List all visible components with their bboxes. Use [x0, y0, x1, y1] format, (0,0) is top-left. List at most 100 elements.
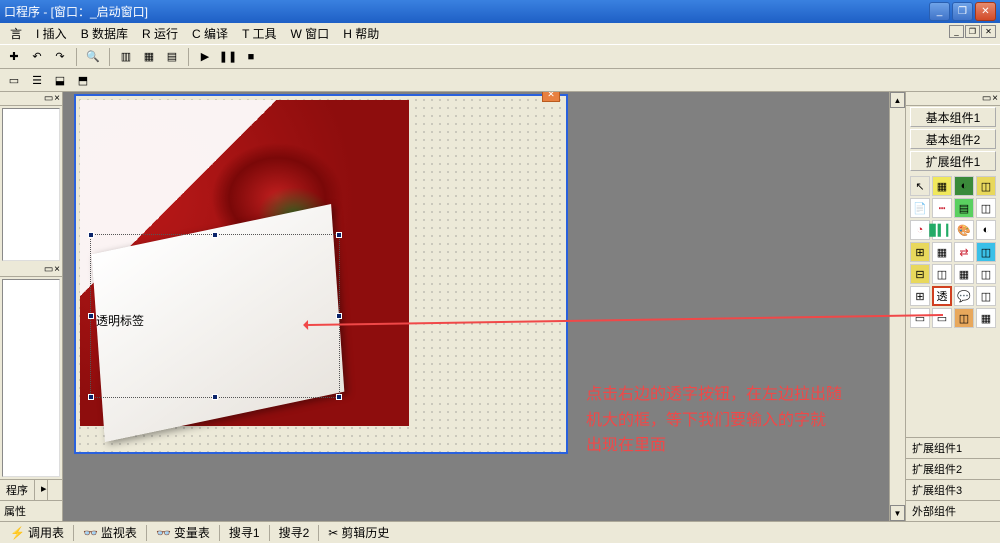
- left-panel-header: ▭ ×: [0, 92, 62, 106]
- tb-stop-icon[interactable]: ■: [241, 47, 261, 67]
- tool-icon[interactable]: ◫: [976, 242, 996, 262]
- bottom-tab-search1[interactable]: 搜寻1: [221, 522, 268, 543]
- tb-layout2-icon[interactable]: ▦: [139, 47, 159, 67]
- tb-redo-icon[interactable]: ↷: [50, 47, 70, 67]
- tab-ext2[interactable]: 扩展组件2: [906, 458, 1000, 479]
- design-form[interactable]: ✕ 透明标签: [74, 94, 568, 454]
- scroll-down-icon[interactable]: ▼: [890, 505, 905, 521]
- toolbox-grid: ↖ ▦ ◐ ◫ 📄 ┅ ▤ ◫ ◔ ▊▍▎ 🎨 ◐ ⊞ ▦ ⇄ ◫ ⊟ ◫ ▦ …: [906, 172, 1000, 332]
- tool-icon[interactable]: ▭: [910, 308, 930, 328]
- menubar: 言 I 插入 B 数据库 R 运行 C 编译 T 工具 W 窗口 H 帮助 _ …: [0, 23, 1000, 44]
- tb-align2-icon[interactable]: ☰: [27, 70, 47, 90]
- tool-icon[interactable]: ◫: [976, 286, 996, 306]
- menu-help[interactable]: H 帮助: [337, 23, 385, 44]
- resize-handle[interactable]: [212, 232, 218, 238]
- tb-align4-icon[interactable]: ⬒: [73, 70, 93, 90]
- maximize-button[interactable]: ❐: [952, 2, 973, 21]
- close-button[interactable]: ✕: [975, 2, 996, 21]
- left-list-bottom[interactable]: [2, 279, 60, 477]
- tb-undo-icon[interactable]: ↶: [27, 47, 47, 67]
- tb-pause-icon[interactable]: ❚❚: [218, 47, 238, 67]
- scroll-up-icon[interactable]: ▲: [890, 92, 905, 108]
- tab-ext-components-1[interactable]: 扩展组件1: [910, 151, 996, 171]
- bottom-tab-search2[interactable]: 搜寻2: [271, 522, 318, 543]
- tool-icon[interactable]: ▤: [954, 198, 974, 218]
- tool-transparent-label-icon[interactable]: 透: [932, 286, 952, 306]
- tb-search-icon[interactable]: 🔍: [83, 47, 103, 67]
- tool-icon[interactable]: ⊞: [910, 242, 930, 262]
- transparent-label-control[interactable]: 透明标签: [96, 312, 144, 329]
- resize-handle[interactable]: [336, 394, 342, 400]
- mdi-close-button[interactable]: ✕: [981, 25, 996, 38]
- resize-handle[interactable]: [88, 232, 94, 238]
- form-close-icon[interactable]: ✕: [542, 92, 560, 102]
- bottom-tabs: ⚡调用表 👓监视表 👓变量表 搜寻1 搜寻2 ✂剪辑历史: [0, 521, 1000, 543]
- resize-handle[interactable]: [212, 394, 218, 400]
- mdi-minimize-button[interactable]: _: [949, 25, 964, 38]
- bottom-tab-cliphistory[interactable]: ✂剪辑历史: [320, 522, 397, 543]
- left-tab-spacer[interactable]: ▸: [35, 480, 48, 500]
- bottom-tab-calltable[interactable]: ⚡调用表: [2, 522, 72, 543]
- resize-handle[interactable]: [336, 313, 342, 319]
- tool-icon[interactable]: 📄: [910, 198, 930, 218]
- resize-handle[interactable]: [88, 313, 94, 319]
- tool-pointer-icon[interactable]: ↖: [910, 176, 930, 196]
- left-list-top[interactable]: [2, 108, 60, 261]
- menu-tools[interactable]: T 工具: [236, 23, 282, 44]
- tool-icon[interactable]: ▊▍▎: [932, 220, 952, 240]
- tool-icon[interactable]: ◫: [976, 176, 996, 196]
- tool-icon[interactable]: ◫: [976, 198, 996, 218]
- tool-icon[interactable]: ┅: [932, 198, 952, 218]
- component-bottom-tabs: 扩展组件1 扩展组件2 扩展组件3 外部组件: [906, 437, 1000, 521]
- menu-run[interactable]: R 运行: [136, 23, 184, 44]
- tool-icon[interactable]: ◐: [976, 220, 996, 240]
- tool-icon[interactable]: ◐: [954, 176, 974, 196]
- toolbar-separator: [109, 48, 110, 66]
- mdi-restore-button[interactable]: ❐: [965, 25, 980, 38]
- tool-icon[interactable]: ▦: [932, 176, 952, 196]
- tool-icon[interactable]: 💬: [954, 286, 974, 306]
- tool-icon[interactable]: ⊟: [910, 264, 930, 284]
- left-tab-program[interactable]: 程序: [0, 480, 35, 500]
- tb-plus-icon[interactable]: ✚: [4, 47, 24, 67]
- tool-icon[interactable]: ◫: [954, 308, 974, 328]
- tb-layout3-icon[interactable]: ▤: [162, 47, 182, 67]
- tool-icon[interactable]: ◔: [910, 220, 930, 240]
- bottom-tab-variables[interactable]: 👓变量表: [148, 522, 218, 543]
- menu-compile[interactable]: C 编译: [186, 23, 234, 44]
- minimize-button[interactable]: _: [929, 2, 950, 21]
- tab-external[interactable]: 外部组件: [906, 500, 1000, 521]
- menu-database[interactable]: B 数据库: [75, 23, 134, 44]
- tab-basic-components-2[interactable]: 基本组件2: [910, 129, 996, 149]
- panel-header-marker[interactable]: ▭ ×: [982, 93, 997, 104]
- canvas-vscrollbar[interactable]: ▲ ▼: [889, 92, 905, 521]
- tb-run-icon[interactable]: ▶: [195, 47, 215, 67]
- tool-icon[interactable]: 🎨: [954, 220, 974, 240]
- left-tab-properties[interactable]: 属性: [0, 500, 62, 521]
- toolbar-align: ▭ ☰ ⬓ ⬒: [0, 69, 1000, 92]
- menu-window[interactable]: W 窗口: [285, 23, 336, 44]
- toolbar-separator: [76, 48, 77, 66]
- tb-align3-icon[interactable]: ⬓: [50, 70, 70, 90]
- resize-handle[interactable]: [336, 232, 342, 238]
- tb-layout1-icon[interactable]: ▥: [116, 47, 136, 67]
- tool-icon[interactable]: ▦: [954, 264, 974, 284]
- tab-ext1[interactable]: 扩展组件1: [906, 437, 1000, 458]
- tool-icon[interactable]: ▦: [932, 242, 952, 262]
- tool-icon[interactable]: ⇄: [954, 242, 974, 262]
- menu-insert[interactable]: I 插入: [30, 23, 73, 44]
- resize-handle[interactable]: [88, 394, 94, 400]
- menu-lang[interactable]: 言: [4, 23, 28, 44]
- panel-header-marker[interactable]: ▭ ×: [44, 93, 59, 104]
- tool-icon[interactable]: ▦: [976, 308, 996, 328]
- tb-align1-icon[interactable]: ▭: [4, 70, 24, 90]
- tool-icon[interactable]: ◫: [976, 264, 996, 284]
- bottom-tab-watch[interactable]: 👓监视表: [75, 522, 145, 543]
- tab-ext3[interactable]: 扩展组件3: [906, 479, 1000, 500]
- tool-icon[interactable]: ▭: [932, 308, 952, 328]
- tool-icon[interactable]: ◫: [932, 264, 952, 284]
- component-category-tabs: 基本组件1 基本组件2 扩展组件1: [906, 106, 1000, 172]
- panel-header-marker[interactable]: ▭ ×: [44, 264, 59, 275]
- tab-basic-components-1[interactable]: 基本组件1: [910, 107, 996, 127]
- tool-grid-icon[interactable]: ⊞: [910, 286, 930, 306]
